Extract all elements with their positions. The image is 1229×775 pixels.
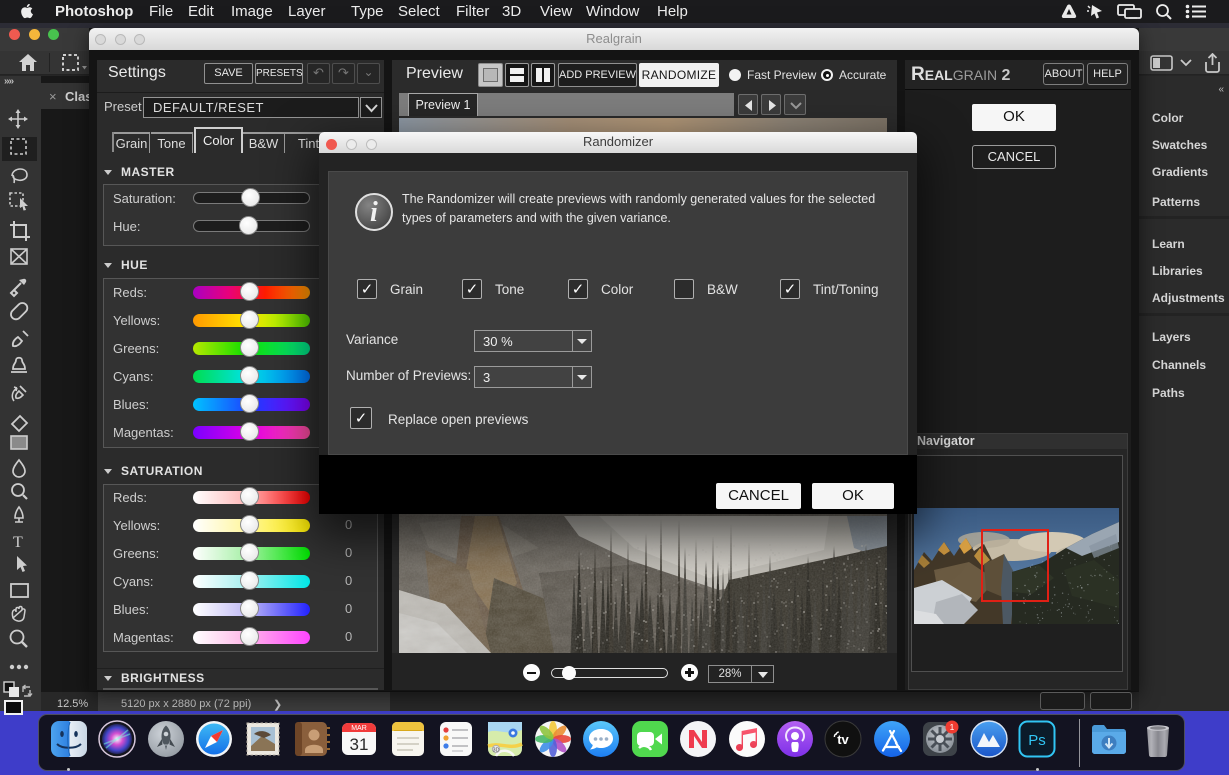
- svg-text:Ps: Ps: [1028, 732, 1046, 749]
- svg-text:tv: tv: [837, 732, 849, 747]
- svg-text:T: T: [13, 534, 23, 551]
- svg-text:31: 31: [350, 735, 369, 754]
- svg-text:1: 1: [950, 722, 955, 732]
- svg-text:MAR: MAR: [351, 725, 367, 732]
- svg-text:3D: 3D: [492, 748, 499, 754]
